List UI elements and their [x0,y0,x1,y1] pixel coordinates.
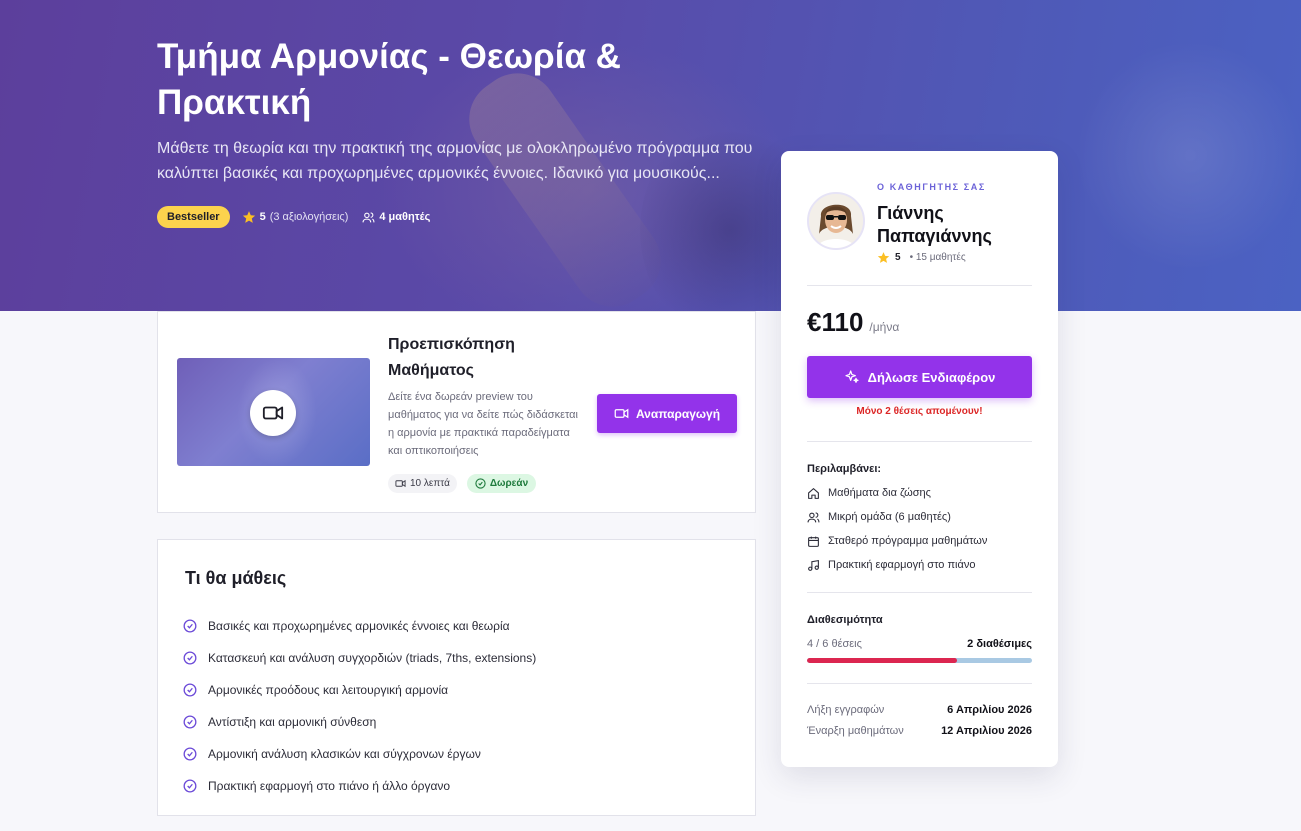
includes-item: Μικρή ομάδα (6 μαθητές) [807,505,987,529]
learn-item: Αρμονικές προόδους και λειτουργική αρμον… [183,674,536,706]
home-icon [807,487,820,500]
preview-description: Δείτε ένα δωρεάν preview του μαθήματος γ… [388,391,578,457]
divider [807,683,1032,684]
check-circle-icon [183,715,197,729]
teacher-students: • 15 μαθητές [909,252,966,263]
learn-item: Βασικές και προχωρημένες αρμονικές έννοι… [183,610,536,642]
includes-item: Πρακτική εφαρμογή στο πιάνο [807,553,987,577]
seats-warning: Μόνο 2 θέσεις απομένουν! [856,406,983,417]
users-icon [362,211,375,224]
includes-item-text: Σταθερό πρόγραμμα μαθημάτων [828,535,988,547]
duration-text: 10 λεπτά [410,478,450,489]
availability-progress-fill [807,658,958,663]
date-label: Έναρξη μαθημάτων [807,725,904,737]
learn-list: Βασικές και προχωρημένες αρμονικές έννοι… [183,610,536,802]
video-play-button[interactable] [250,390,296,436]
preview-card: Προεπισκόπηση Μαθήματος Δείτε ένα δωρεάν… [157,311,756,513]
free-tag: Δωρεάν [466,474,537,493]
learn-item: Κατασκευή και ανάλυση συγχορδιών (triads… [183,642,536,674]
free-text: Δωρεάν [489,478,529,489]
star-icon [877,251,890,264]
preview-title: Προεπισκόπηση Μαθήματος [388,336,515,379]
teacher-avatar[interactable] [807,192,865,250]
course-title: Τμήμα Αρμονίας - Θεωρία & Πρακτική [157,37,621,122]
check-circle-icon [183,683,197,697]
star-icon [242,210,256,224]
check-circle-icon [183,619,197,633]
availability-title: Διαθεσιμότητα [807,614,883,626]
learn-item-text: Βασικές και προχωρημένες αρμονικές έννοι… [208,619,510,633]
course-description: Μάθετε τη θεωρία και την πρακτική της αρ… [157,140,753,182]
course-meta: Bestseller 5 (3 αξιολογήσεις) 4 μαθητές [157,206,430,228]
preview-tags: 10 λεπτά Δωρεάν [388,474,537,493]
enrollment-sidebar: Ο ΚΑΘΗΓΗΤΗΣ ΣΑΣ Γιάννης Παπαγιάννης 5 • … [781,151,1058,767]
declare-interest-button[interactable]: Δήλωσε Ενδιαφέρον [807,356,1032,398]
availability-row: 4 / 6 θέσεις 2 διαθέσιμες [807,638,1032,650]
learn-title: Τι θα μάθεις [185,568,287,588]
includes-title: Περιλαμβάνει: [807,463,882,475]
price-block: €110 /μήνα [807,307,899,338]
course-students: 4 μαθητές [362,211,430,224]
availability-free: 2 διαθέσιμες [967,638,1032,650]
includes-item-text: Μαθήματα δια ζώσης [828,487,931,499]
learn-item: Αρμονική ανάλυση κλασικών και σύγχρονων … [183,738,536,770]
learn-item-text: Πρακτική εφαρμογή στο πιάνο ή άλλο όργαν… [208,779,451,793]
music-note-icon [807,559,820,572]
includes-item-text: Πρακτική εφαρμογή στο πιάνο [828,559,976,571]
video-camera-icon [262,402,284,424]
interest-button-label: Δήλωσε Ενδιαφέρον [867,369,996,385]
learn-item-text: Αντίστιξη και αρμονική σύνθεση [208,715,377,729]
date-row-registration: Λήξη εγγραφών 6 Απριλίου 2026 [807,704,1032,716]
hero-banner: Τμήμα Αρμονίας - Θεωρία & Πρακτική Μάθετ… [0,0,1301,311]
users-icon [807,511,820,524]
course-rating: 5 (3 αξιολογήσεις) [242,210,349,224]
calendar-icon [807,535,820,548]
availability-progress [807,658,1032,663]
check-circle-icon [183,779,197,793]
price-unit: /μήνα [869,320,900,334]
price-amount: €110 [807,307,864,337]
teacher-meta: 5 • 15 μαθητές [877,251,966,264]
play-button-label: Αναπαραγωγή [635,406,721,421]
availability-taken: 4 / 6 θέσεις [807,638,862,650]
divider [807,441,1032,442]
video-camera-icon [395,478,406,489]
check-circle-icon [183,747,197,761]
preview-thumbnail[interactable] [177,358,370,466]
hero-background-glow [1080,0,1301,311]
check-circle-icon [183,651,197,665]
rating-count: (3 αξιολογήσεις) [269,211,349,223]
teacher-rating: 5 [895,252,901,263]
includes-item: Σταθερό πρόγραμμα μαθημάτων [807,529,987,553]
date-value: 6 Απριλίου 2026 [947,704,1032,716]
learn-card: Τι θα μάθεις Βασικές και προχωρημένες αρ… [157,539,756,816]
date-value: 12 Απριλίου 2026 [941,725,1032,737]
teacher-name[interactable]: Γιάννης Παπαγιάννης [877,202,1037,248]
rating-value: 5 [259,211,266,223]
includes-item-text: Μικρή ομάδα (6 μαθητές) [828,511,951,523]
video-camera-icon [614,406,629,421]
divider [807,592,1032,593]
check-circle-icon [475,478,486,489]
learn-item-text: Αρμονική ανάλυση κλασικών και σύγχρονων … [208,747,481,761]
play-preview-button[interactable]: Αναπαραγωγή [597,394,737,433]
teacher-section-label: Ο ΚΑΘΗΓΗΤΗΣ ΣΑΣ [877,182,986,192]
students-count: 4 μαθητές [379,211,431,223]
includes-item: Μαθήματα δια ζώσης [807,481,987,505]
bestseller-badge: Bestseller [157,206,230,228]
learn-item-text: Κατασκευή και ανάλυση συγχορδιών (triads… [208,651,537,665]
learn-item: Πρακτική εφαρμογή στο πιάνο ή άλλο όργαν… [183,770,536,802]
date-label: Λήξη εγγραφών [807,704,885,716]
date-row-start: Έναρξη μαθημάτων 12 Απριλίου 2026 [807,725,1032,737]
sparkles-icon [844,369,860,385]
learn-item-text: Αρμονικές προόδους και λειτουργική αρμον… [208,683,449,697]
divider [807,285,1032,286]
includes-list: Μαθήματα δια ζώσης Μικρή ομάδα (6 μαθητέ… [807,481,987,577]
duration-tag: 10 λεπτά [388,474,457,493]
learn-item: Αντίστιξη και αρμονική σύνθεση [183,706,536,738]
